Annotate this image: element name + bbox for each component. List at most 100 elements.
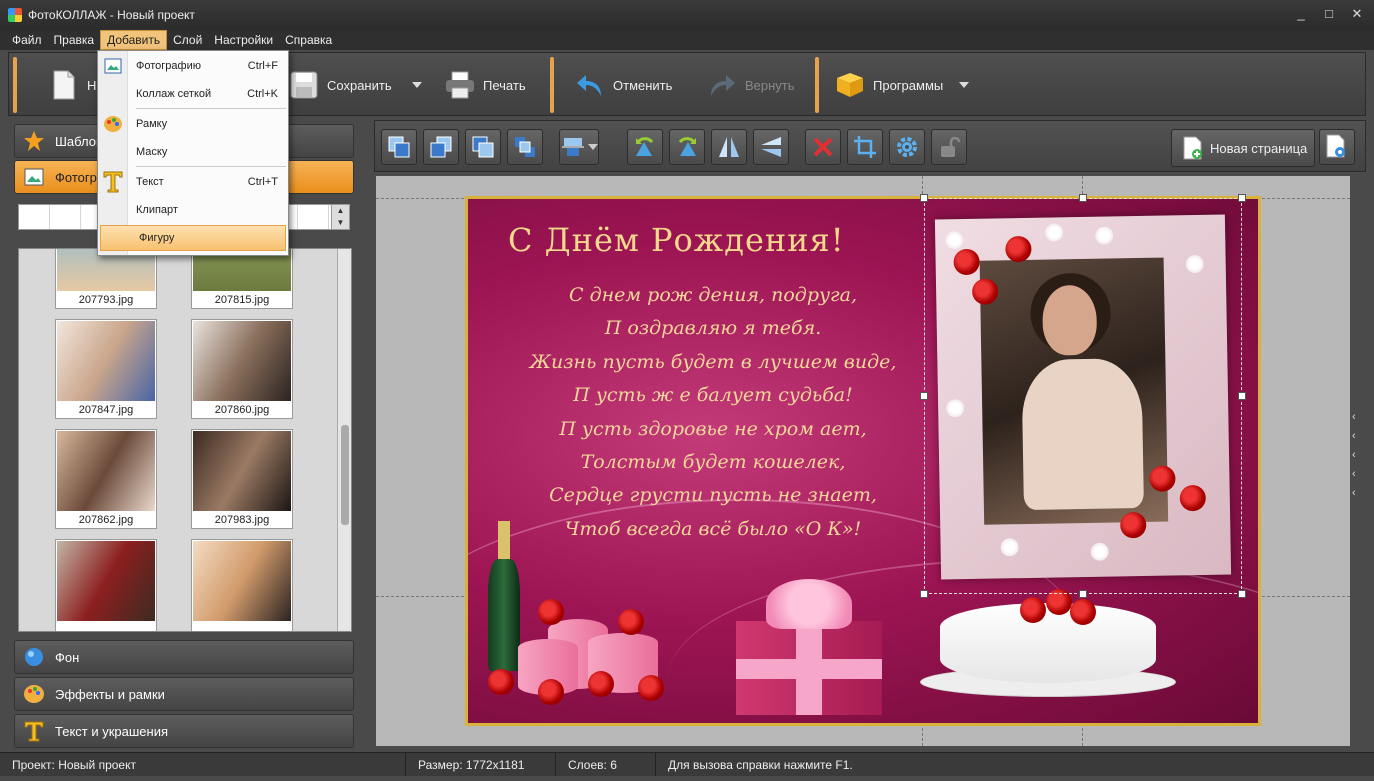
print-button[interactable]: Печать <box>445 63 526 107</box>
menu-item-label: Коллаж сеткой <box>136 88 212 100</box>
thumbnail-tile[interactable] <box>55 539 157 631</box>
status-project: Проект: Новый проект <box>0 753 406 776</box>
paint-bucket-icon <box>23 646 45 668</box>
printer-icon <box>445 70 475 100</box>
lock-button[interactable] <box>931 129 967 165</box>
menu-file[interactable]: Файл <box>6 31 48 49</box>
path-spinner-icon[interactable]: ▲ ▼ <box>331 205 349 229</box>
menu-edit[interactable]: Правка <box>48 31 101 49</box>
menu-help[interactable]: Справка <box>279 31 338 49</box>
thumbnail-tile[interactable]: 207862.jpg <box>55 429 157 529</box>
palette-icon <box>23 683 45 705</box>
resize-handle[interactable] <box>1238 590 1246 598</box>
thumbnail-caption: 207793.jpg <box>78 294 134 306</box>
thumbnail-tile[interactable]: 207793.jpg <box>55 249 157 309</box>
crop-button[interactable] <box>847 129 883 165</box>
thumbnail-caption: 207860.jpg <box>214 404 270 416</box>
new-page-button[interactable]: Новая страница <box>1171 129 1315 167</box>
menu-item-add-mask[interactable]: Маску <box>98 139 288 165</box>
flip-vertical-button[interactable] <box>753 129 789 165</box>
bring-forward-button[interactable] <box>423 129 459 165</box>
rotate-left-icon <box>636 137 654 156</box>
text-icon <box>23 720 45 742</box>
menu-item-add-shape[interactable]: Фигуру <box>100 225 286 251</box>
settings-button[interactable] <box>889 129 925 165</box>
gift-box <box>736 579 882 715</box>
thumbnail-image <box>193 321 291 401</box>
programs-dropdown-arrow-icon[interactable] <box>959 82 970 88</box>
rose-decor <box>1020 597 1046 623</box>
card-poem[interactable]: С днем рож дения, подруга, П оздравляю я… <box>503 279 923 546</box>
send-backward-icon <box>472 136 494 158</box>
rotate-right-icon <box>678 137 696 156</box>
thumbnail-tile[interactable]: 207815.jpg <box>191 249 293 309</box>
maximize-button[interactable]: □ <box>1322 6 1336 22</box>
align-dropdown-arrow-icon[interactable] <box>588 144 598 150</box>
thumbnails-scrollbar[interactable] <box>337 249 351 631</box>
card-heading[interactable]: С Днём Рождения! <box>508 221 845 259</box>
menu-layer[interactable]: Слой <box>167 31 208 49</box>
send-backward-button[interactable] <box>465 129 501 165</box>
text-section[interactable]: Текст и украшения <box>14 714 354 748</box>
undo-label: Отменить <box>613 77 673 93</box>
resize-handle[interactable] <box>1079 194 1087 202</box>
redo-arrow-icon <box>707 70 737 100</box>
menu-item-add-grid-collage[interactable]: Коллаж сеткой Ctrl+K <box>98 81 288 107</box>
page-settings-button[interactable] <box>1319 129 1355 165</box>
side-panel-expand-icon[interactable]: ‹ ‹ ‹ ‹ ‹ <box>1352 408 1364 503</box>
delete-button[interactable] <box>805 129 841 165</box>
menu-item-add-clipart[interactable]: Клипарт <box>98 197 288 223</box>
selection-box[interactable] <box>924 198 1242 594</box>
menu-item-add-photo[interactable]: Фотографию Ctrl+F <box>98 53 288 79</box>
menu-item-label: Фотографию <box>136 60 201 72</box>
menu-item-shortcut: Ctrl+T <box>247 176 278 188</box>
menu-item-label: Маску <box>136 146 168 158</box>
resize-handle[interactable] <box>1238 194 1246 202</box>
minimize-button[interactable]: _ <box>1294 6 1308 22</box>
resize-handle[interactable] <box>1238 392 1246 400</box>
menu-item-add-text[interactable]: Текст Ctrl+T <box>98 169 288 195</box>
new-project-button[interactable]: Но <box>49 63 104 107</box>
text-icon <box>98 171 128 193</box>
thumbnail-tile[interactable] <box>191 539 293 631</box>
rotate-left-button[interactable] <box>627 129 663 165</box>
photo-thumbnails-list[interactable]: 207793.jpg 207815.jpg 207847.jpg 207860.… <box>18 248 352 632</box>
menu-settings[interactable]: Настройки <box>208 31 279 49</box>
background-section[interactable]: Фон <box>14 640 354 674</box>
undo-button[interactable]: Отменить <box>575 63 672 107</box>
menu-item-add-frame[interactable]: Рамку <box>98 111 288 137</box>
thumbnail-tile[interactable]: 207983.jpg <box>191 429 293 529</box>
thumbnail-caption: 207862.jpg <box>78 514 134 526</box>
send-to-back-button[interactable] <box>507 129 543 165</box>
rose-decor <box>538 599 564 625</box>
thumbnail-tile[interactable]: 207860.jpg <box>191 319 293 419</box>
lock-icon <box>941 136 961 157</box>
poem-line: П усть ж е балует судьба! <box>573 384 853 407</box>
rose-decor <box>1070 599 1096 625</box>
toolbar-separator <box>13 57 17 113</box>
redo-button[interactable]: Вернуть <box>707 63 795 107</box>
bring-to-front-button[interactable] <box>381 129 417 165</box>
thumbnail-image <box>193 431 291 511</box>
flip-horizontal-button[interactable] <box>711 129 747 165</box>
effects-section[interactable]: Эффекты и рамки <box>14 677 354 711</box>
rotate-right-button[interactable] <box>669 129 705 165</box>
programs-button[interactable]: Программы <box>835 63 970 107</box>
scrollbar-thumb[interactable] <box>341 425 349 525</box>
toolbar-separator <box>815 57 819 113</box>
resize-handle[interactable] <box>920 392 928 400</box>
save-button[interactable]: Сохранить <box>289 63 422 107</box>
menu-item-shortcut: Ctrl+K <box>247 88 278 100</box>
align-button[interactable] <box>559 129 599 165</box>
resize-handle[interactable] <box>920 194 928 202</box>
menu-add[interactable]: Добавить <box>100 30 168 50</box>
flip-vertical-icon <box>761 137 781 157</box>
resize-handle[interactable] <box>1079 590 1087 598</box>
resize-handle[interactable] <box>920 590 928 598</box>
settings-icon <box>897 137 917 157</box>
close-button[interactable]: ✕ <box>1350 6 1364 22</box>
thumbnail-image <box>57 541 155 621</box>
thumbnail-tile[interactable]: 207847.jpg <box>55 319 157 419</box>
save-dropdown-arrow-icon[interactable] <box>411 82 422 88</box>
save-icon <box>289 70 319 100</box>
